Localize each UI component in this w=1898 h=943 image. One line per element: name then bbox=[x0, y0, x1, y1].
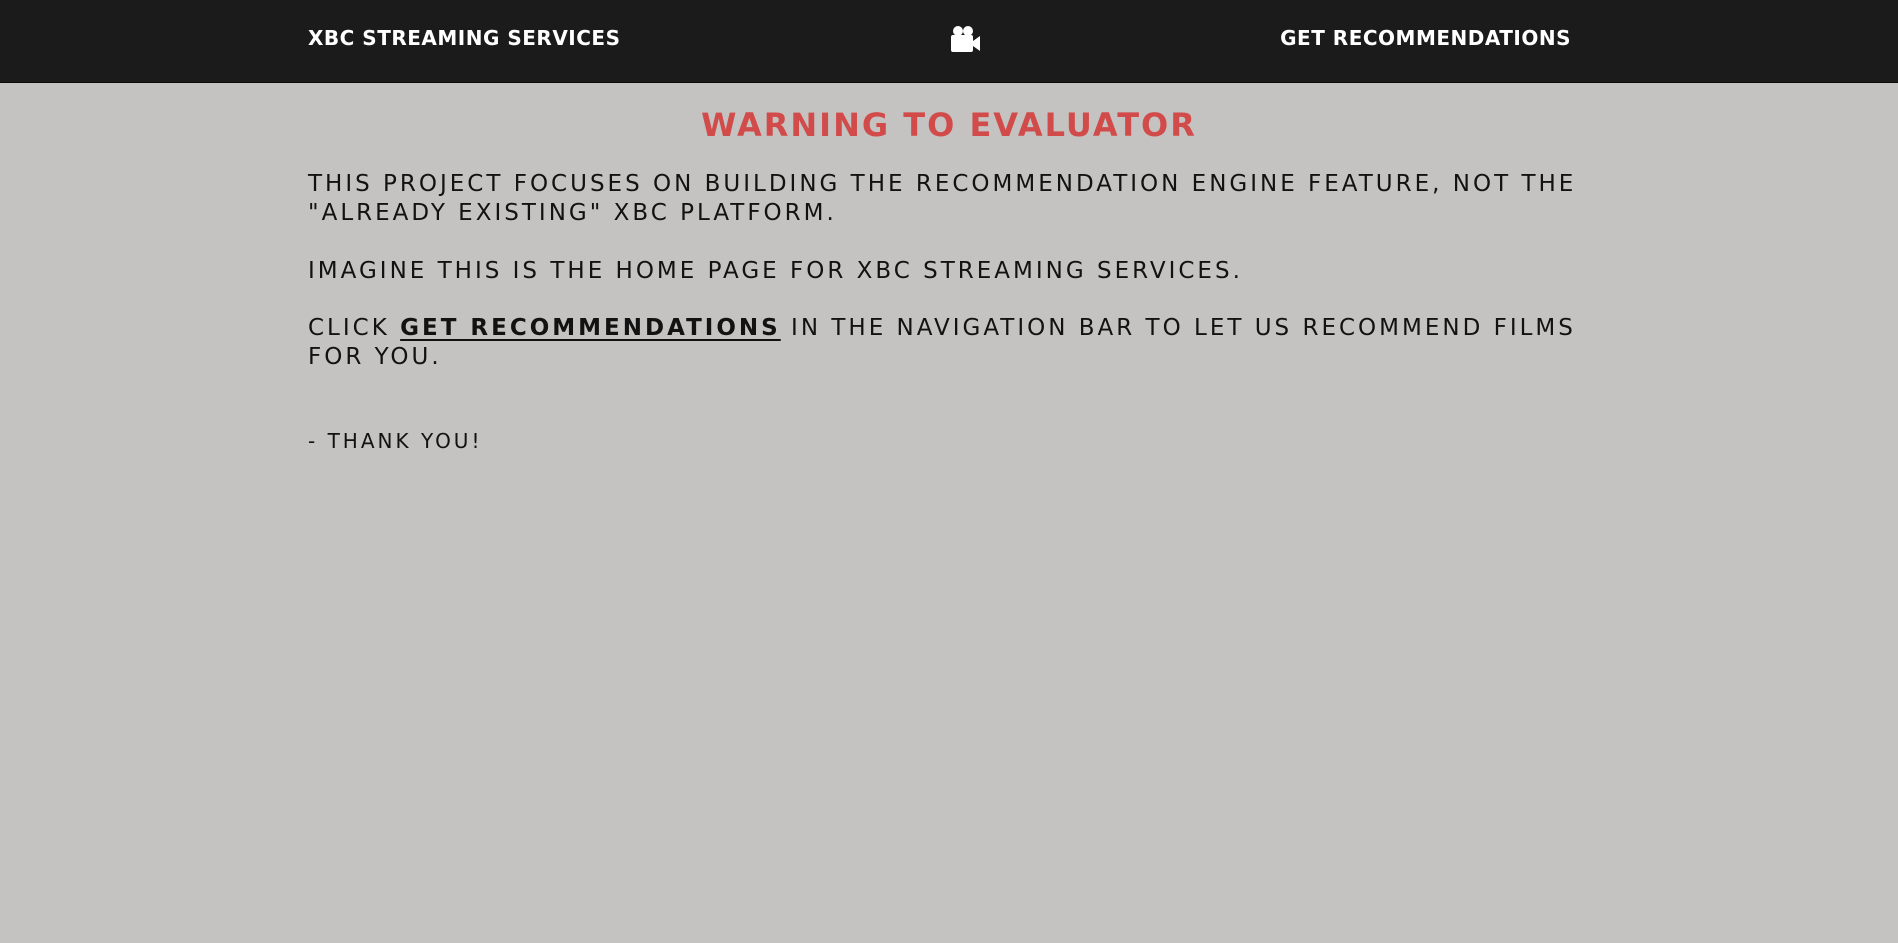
video-camera-icon[interactable] bbox=[949, 24, 981, 56]
home-page-notice-text: IMAGINE THIS IS THE HOME PAGE FOR XBC ST… bbox=[308, 258, 1243, 284]
get-recommendations-inline-link[interactable]: GET RECOMMENDATIONS bbox=[400, 315, 781, 341]
instruction-text: CLICK GET RECOMMENDATIONS IN THE NAVIGAT… bbox=[308, 314, 1590, 372]
get-recommendations-nav-link[interactable]: GET RECOMMENDATIONS bbox=[1280, 26, 1571, 50]
brand-link[interactable]: XBC STREAMING SERVICES bbox=[308, 26, 620, 50]
warning-heading: WARNING TO EVALUATOR bbox=[701, 106, 1197, 144]
navigation-bar: XBC STREAMING SERVICES GET RECOMMENDATIO… bbox=[0, 0, 1898, 83]
thank-you-text: - THANK YOU! bbox=[308, 429, 483, 453]
main-content: WARNING TO EVALUATOR THIS PROJECT FOCUSE… bbox=[308, 83, 1590, 454]
project-notice-text: THIS PROJECT FOCUSES ON BUILDING THE REC… bbox=[308, 171, 1577, 226]
instruction-prefix: CLICK bbox=[308, 315, 401, 341]
